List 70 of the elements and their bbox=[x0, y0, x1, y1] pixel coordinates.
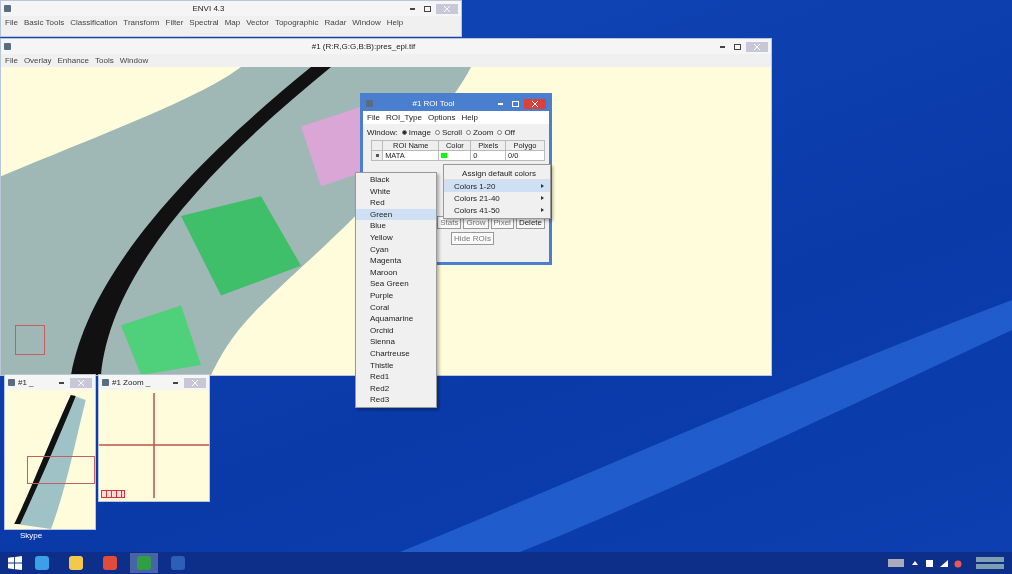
menu-item[interactable]: Green bbox=[356, 208, 436, 221]
menu-item[interactable]: Sienna bbox=[356, 336, 436, 348]
close-button[interactable] bbox=[524, 98, 546, 109]
window-title: #1 (R:R,G:G,B:B):pres_epi.tif bbox=[310, 42, 417, 51]
menu-item[interactable]: White bbox=[356, 185, 436, 198]
menu-item[interactable]: Tools bbox=[95, 56, 114, 65]
menu-item[interactable]: Black bbox=[356, 174, 436, 186]
menu-item[interactable]: File bbox=[367, 113, 380, 122]
menu-item[interactable]: Spectral bbox=[189, 18, 219, 27]
menu-item[interactable]: Classification bbox=[70, 18, 118, 27]
radio-option[interactable]: Zoom bbox=[465, 128, 494, 137]
menu-item[interactable]: Orchid bbox=[356, 324, 436, 337]
selection-rectangle bbox=[15, 325, 45, 355]
menu-item[interactable]: Help bbox=[461, 113, 478, 122]
menu-item[interactable]: Radar bbox=[324, 18, 347, 27]
window-title: #1 _ bbox=[18, 378, 35, 387]
menu-item[interactable]: Map bbox=[224, 18, 241, 27]
window-title: #1 Zoom _ bbox=[112, 378, 152, 387]
menu-item[interactable]: Purple bbox=[356, 289, 436, 302]
app-icon bbox=[4, 43, 11, 50]
menu-item[interactable]: Basic Tools bbox=[23, 18, 65, 27]
menu-item[interactable]: Thistle bbox=[356, 359, 436, 372]
view-rectangle bbox=[27, 456, 95, 484]
menu-item[interactable]: Overlay bbox=[23, 56, 52, 65]
menu-item[interactable]: Red2 bbox=[356, 382, 436, 395]
window-title: ENVI 4.3 bbox=[191, 4, 226, 13]
menu-item[interactable]: Window bbox=[352, 18, 381, 27]
menu-item[interactable]: Colors 1-20 bbox=[444, 180, 550, 192]
maximize-button[interactable] bbox=[731, 41, 743, 52]
maximize-button[interactable] bbox=[509, 98, 521, 109]
app-icon bbox=[366, 100, 373, 107]
menu-item[interactable]: Topographic bbox=[274, 18, 319, 27]
desktop-icon-label[interactable]: Skype bbox=[20, 531, 43, 540]
menu-item[interactable]: Colors 21-40 bbox=[444, 192, 550, 204]
menu-item[interactable]: Aquamarine bbox=[356, 313, 436, 325]
menu-item[interactable]: Vector bbox=[246, 18, 269, 27]
menu-item[interactable]: Chartreuse bbox=[356, 347, 436, 360]
app-icon bbox=[8, 379, 15, 386]
menu-item[interactable]: Window bbox=[119, 56, 149, 65]
radio-option[interactable]: Image bbox=[401, 128, 431, 137]
menu-item[interactable]: Coral bbox=[356, 301, 436, 314]
zoom-controls-icon[interactable] bbox=[101, 490, 125, 498]
row-marker-icon[interactable] bbox=[375, 154, 379, 157]
window-label: Window: bbox=[367, 128, 398, 137]
app-icon bbox=[4, 5, 11, 12]
radio-option[interactable]: Scroll bbox=[434, 128, 462, 137]
menu-item[interactable]: Sea Green bbox=[356, 278, 436, 290]
radio-option[interactable]: Off bbox=[497, 128, 515, 137]
menu-item[interactable]: Magenta bbox=[356, 255, 436, 267]
windows-start-icon[interactable] bbox=[8, 556, 22, 570]
menu-item[interactable]: File bbox=[5, 18, 18, 27]
menu-item[interactable]: Colors 41-50 bbox=[444, 204, 550, 216]
menu-item[interactable]: Maroon bbox=[356, 266, 436, 279]
menu-item[interactable]: Filter bbox=[165, 18, 184, 27]
maximize-button[interactable] bbox=[421, 3, 433, 14]
menu-item[interactable]: Red bbox=[356, 197, 436, 209]
menu-item[interactable]: Help bbox=[386, 18, 404, 27]
menu-item[interactable]: Cyan bbox=[356, 243, 436, 256]
menu-item[interactable]: Red1 bbox=[356, 371, 436, 383]
window-title: #1 ROI Tool bbox=[411, 99, 456, 108]
app-icon bbox=[102, 379, 109, 386]
menu-item[interactable]: Options bbox=[427, 113, 456, 122]
menu-item[interactable]: Red3 bbox=[356, 394, 436, 406]
menu-item[interactable]: ROI_Type bbox=[385, 113, 422, 122]
menu-item[interactable]: File bbox=[5, 56, 18, 65]
menu-item[interactable]: Blue bbox=[356, 220, 436, 232]
menu-item[interactable]: Yellow bbox=[356, 231, 436, 244]
menu-item[interactable]: Transform bbox=[123, 18, 160, 27]
menu-item[interactable]: Enhance bbox=[57, 56, 90, 65]
hide-rois-button[interactable]: Hide ROIs bbox=[451, 232, 494, 245]
